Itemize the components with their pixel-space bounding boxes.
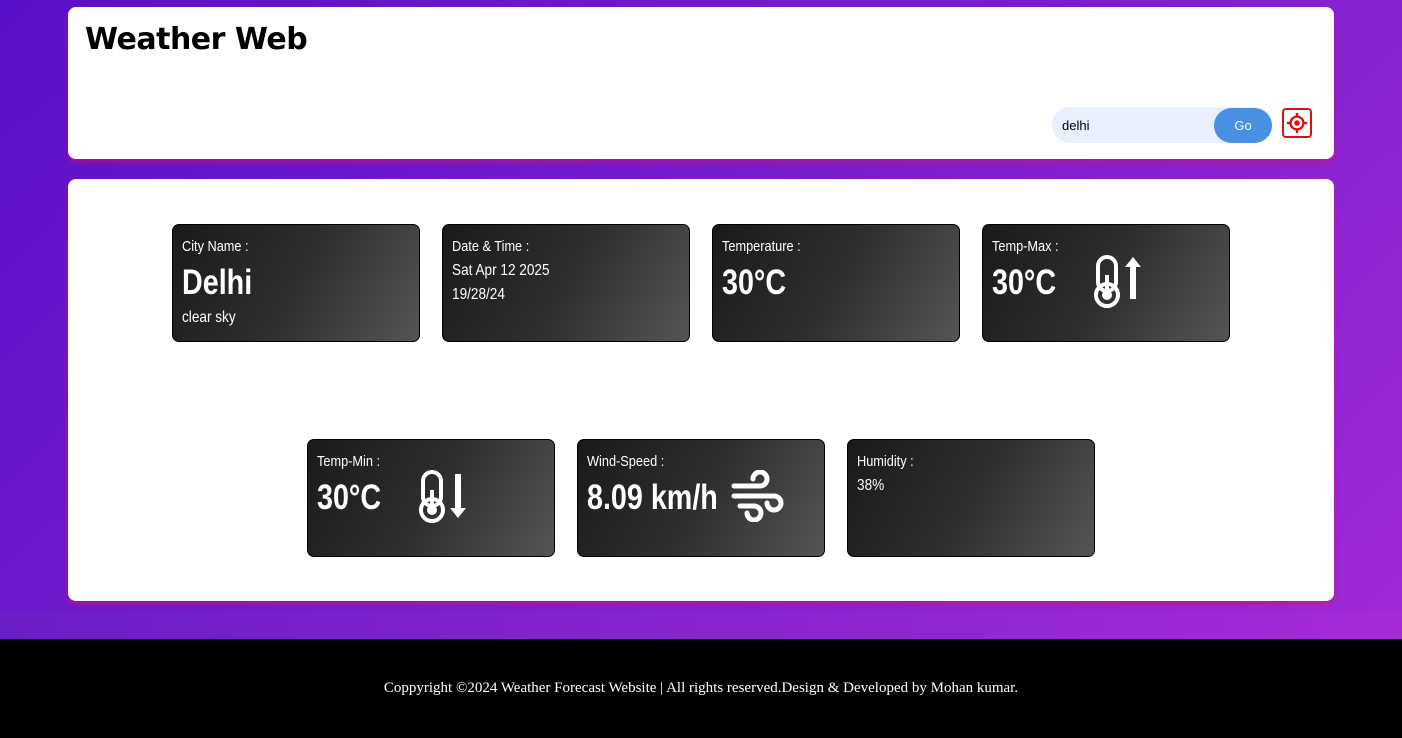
city-label: City Name : bbox=[182, 238, 249, 255]
time-value: 19/28/24 bbox=[452, 286, 505, 303]
datetime-card: Date & Time : Sat Apr 12 2025 19/28/24 bbox=[442, 224, 690, 342]
temp-min-card: Temp-Min : 30°C bbox=[307, 439, 555, 557]
footer: Coppyright ©2024 Weather Forecast Websit… bbox=[0, 639, 1402, 738]
temp-min-value: 30°C bbox=[317, 478, 382, 517]
temp-max-card: Temp-Max : 30°C bbox=[982, 224, 1230, 342]
city-name: Delhi bbox=[182, 263, 253, 302]
temperature-value: 30°C bbox=[722, 263, 787, 302]
page-title: Weather Web bbox=[85, 22, 308, 57]
temperature-card: Temperature : 30°C bbox=[712, 224, 960, 342]
wind-speed-card: Wind-Speed : 8.09 km/h bbox=[577, 439, 825, 557]
humidity-card: Humidity : 38% bbox=[847, 439, 1095, 557]
thermometer-down-icon bbox=[419, 470, 466, 523]
weather-description: clear sky bbox=[182, 309, 236, 326]
weather-panel: City Name : Delhi clear sky Date & Time … bbox=[68, 179, 1334, 601]
crosshair-icon bbox=[1286, 112, 1308, 134]
city-card: City Name : Delhi clear sky bbox=[172, 224, 420, 342]
city-search-input[interactable] bbox=[1062, 107, 1212, 143]
go-button[interactable]: Go bbox=[1214, 108, 1272, 143]
footer-divider bbox=[0, 611, 1402, 639]
header-panel: Weather Web Go bbox=[68, 7, 1334, 159]
humidity-label: Humidity : bbox=[857, 453, 914, 470]
temp-max-value: 30°C bbox=[992, 263, 1057, 302]
date-value: Sat Apr 12 2025 bbox=[452, 262, 550, 279]
current-location-button[interactable] bbox=[1282, 108, 1312, 138]
wind-icon bbox=[731, 470, 784, 522]
datetime-label: Date & Time : bbox=[452, 238, 530, 255]
wind-speed-label: Wind-Speed : bbox=[587, 453, 665, 470]
temp-max-label: Temp-Max : bbox=[992, 238, 1059, 255]
temp-min-label: Temp-Min : bbox=[317, 453, 381, 470]
thermometer-up-icon bbox=[1094, 255, 1141, 308]
footer-text: Coppyright ©2024 Weather Forecast Websit… bbox=[383, 680, 1019, 696]
humidity-value: 38% bbox=[857, 477, 885, 494]
temperature-label: Temperature : bbox=[722, 238, 801, 255]
wind-speed-value: 8.09 km/h bbox=[587, 478, 718, 517]
